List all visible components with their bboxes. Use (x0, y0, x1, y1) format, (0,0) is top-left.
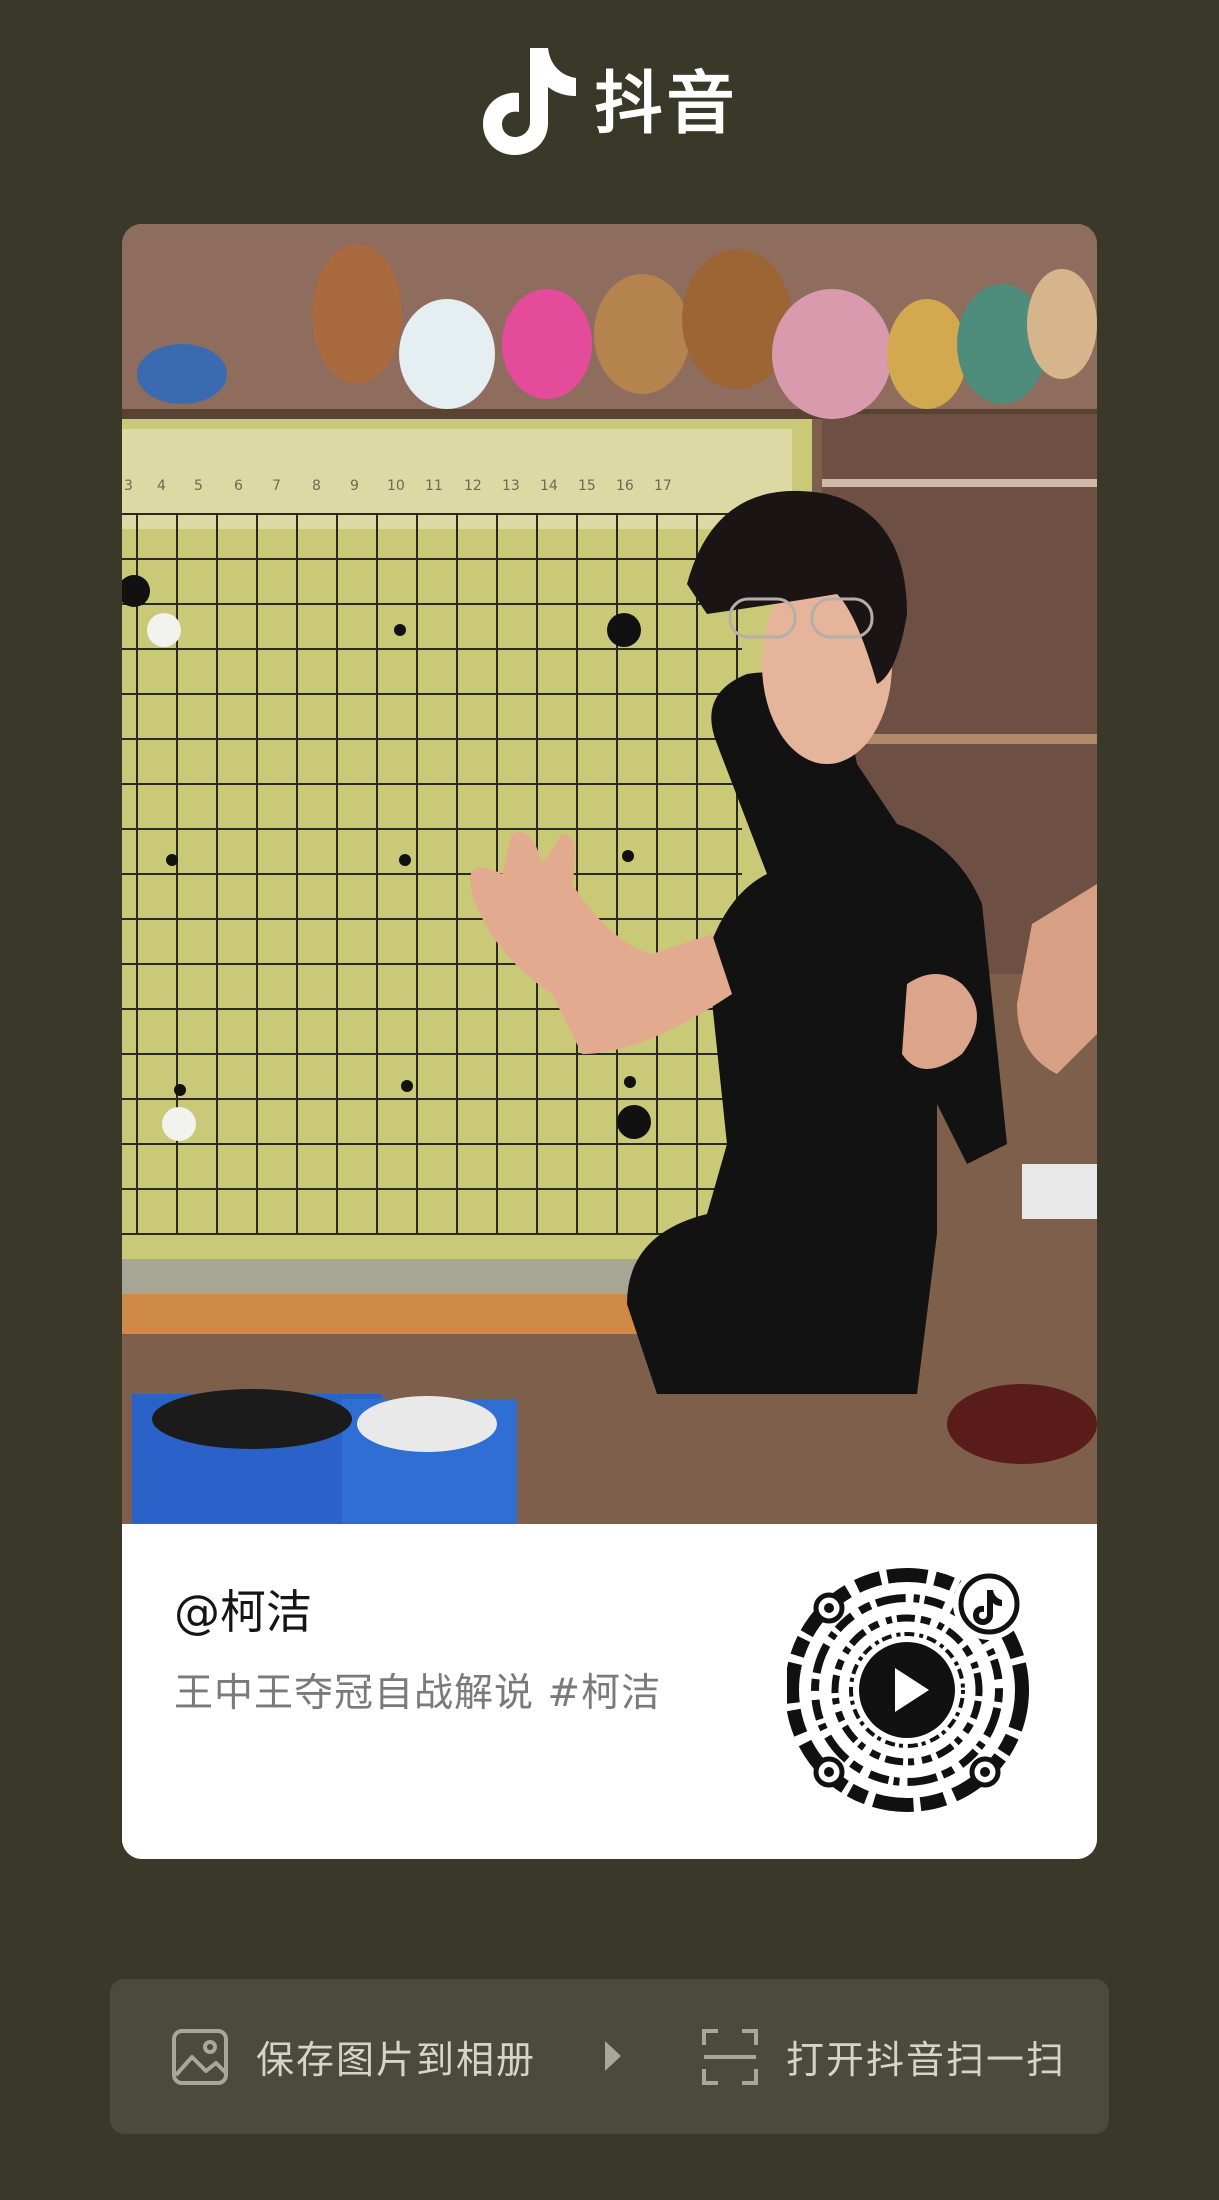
video-caption: 王中王夺冠自战解说 #柯洁 (174, 1671, 662, 1716)
man-explaining-go-board-photo: 3 4 5 6 7 8 9 10 11 12 13 14 15 16 17 (122, 224, 1097, 1524)
svg-text:12: 12 (464, 478, 482, 494)
share-card: 3 4 5 6 7 8 9 10 11 12 13 14 15 16 17 @柯… (122, 224, 1097, 1859)
svg-text:13: 13 (502, 478, 520, 494)
svg-text:16: 16 (616, 478, 634, 494)
svg-text:5: 5 (194, 478, 203, 494)
svg-text:6: 6 (234, 478, 243, 494)
svg-text:4: 4 (157, 478, 166, 494)
svg-text:7: 7 (272, 478, 281, 494)
scan-frame-icon (702, 2028, 758, 2085)
open-douyin-scan-button[interactable]: 打开抖音扫一扫 (700, 1979, 1066, 2134)
image-icon (172, 2028, 228, 2085)
svg-text:10: 10 (387, 478, 405, 494)
share-actions-bar: 保存图片到相册 打开抖音扫一扫 (110, 1979, 1109, 2134)
save-image-label: 保存图片到相册 (256, 2038, 537, 2082)
play-arrow-icon (605, 2041, 621, 2071)
tiktok-note-icon (483, 48, 577, 155)
svg-text:17: 17 (654, 478, 672, 494)
svg-text:9: 9 (350, 478, 359, 494)
douyin-logo: 抖音 (0, 40, 1219, 155)
svg-text:11: 11 (425, 478, 443, 494)
svg-text:8: 8 (312, 478, 321, 494)
douyin-qr-code-icon[interactable] (787, 1562, 1042, 1817)
save-image-button[interactable]: 保存图片到相册 (170, 1979, 536, 2134)
svg-text:15: 15 (578, 478, 596, 494)
open-scan-label: 打开抖音扫一扫 (786, 2038, 1067, 2082)
svg-text:3: 3 (124, 478, 133, 494)
video-info-panel: @柯洁 王中王夺冠自战解说 #柯洁 (122, 1524, 1097, 1859)
author-name[interactable]: @柯洁 (174, 1576, 312, 1642)
brand-name: 抖音 (594, 65, 739, 144)
svg-text:14: 14 (540, 478, 558, 494)
